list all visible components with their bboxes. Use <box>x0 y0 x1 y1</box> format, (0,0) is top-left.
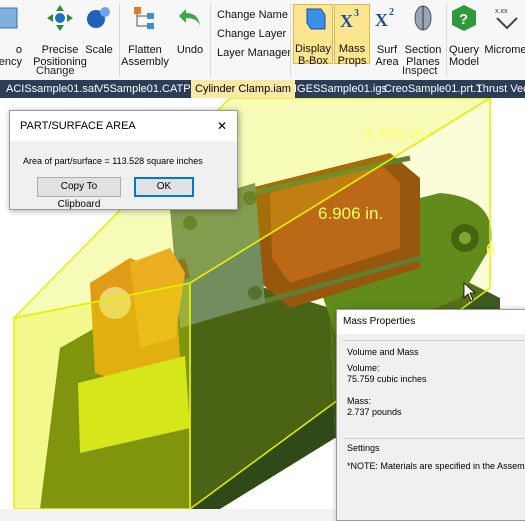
svg-text:X: X <box>375 10 388 30</box>
tab-iges-sample[interactable]: IGESSample01.igs <box>290 80 391 98</box>
copy-to-clipboard-button[interactable]: Copy To Clipboard <box>37 177 121 210</box>
ribbon-toolbar: o ency Precise Positioning Scale Flatten… <box>0 0 525 81</box>
mass-value: 2.737 pounds <box>347 407 402 417</box>
tab-cylinder-clamp[interactable]: Cylinder Clamp.iam <box>191 80 295 98</box>
svg-text:X: X <box>340 11 353 31</box>
display-bbox-button[interactable]: Display B-Box <box>293 4 333 67</box>
section-planes-icon <box>414 5 432 31</box>
ribbon-separator <box>210 4 211 76</box>
svg-text:x.xx: x.xx <box>495 8 508 15</box>
ribbon-separator <box>119 4 120 76</box>
settings-group: Settings *NOTE: Materials are specified … <box>343 438 525 519</box>
svg-text:?: ? <box>459 11 468 28</box>
dialog-title: Mass Properties <box>337 310 525 334</box>
group-label-inspect: Inspect <box>402 65 438 77</box>
dimension-label-width: 3.465 in. <box>363 124 428 143</box>
change-layer-button[interactable]: Change Layer <box>217 25 291 44</box>
section-planes-button[interactable]: Section Planes <box>404 4 442 68</box>
undo-button[interactable]: Undo <box>174 4 206 56</box>
surface-area-message: Area of part/surface = 113.528 square in… <box>23 156 203 166</box>
dimension-label-length: 6.906 in. <box>318 204 383 223</box>
group-label-change: Change <box>36 65 75 77</box>
query-model-button[interactable]: ? Query Model <box>448 4 480 68</box>
micrometer-icon: x.xx <box>495 8 518 30</box>
flatten-assembly-icon <box>134 7 154 29</box>
transparency-button[interactable]: o ency <box>0 4 22 68</box>
layer-commands: Change Name Change Layer Layer Manager <box>217 6 291 63</box>
materials-note: *NOTE: Materials are specified in the As… <box>347 461 525 471</box>
undo-icon <box>179 9 200 26</box>
scale-icon <box>87 7 110 28</box>
mass-properties-dialog: Mass Properties Volume and Mass Volume: … <box>336 309 525 521</box>
mass-props-button[interactable]: X 3 Mass Props <box>334 4 370 67</box>
precise-positioning-button[interactable]: Precise Positioning <box>30 4 90 68</box>
micrometer-button[interactable]: x.xx Micromet <box>482 4 525 56</box>
mass-props-icon: X 3 <box>340 8 359 31</box>
display-bbox-icon <box>306 8 326 30</box>
surf-area-button[interactable]: X 2 Surf Area <box>371 4 403 68</box>
tab-thrust-vector[interactable]: Thrust Vecto <box>472 80 525 98</box>
flatten-assembly-button[interactable]: Flatten Assembly <box>121 4 169 68</box>
dialog-title: PART/SURFACE AREA ✕ <box>10 111 237 141</box>
tab-acis-sample[interactable]: ACISsample01.sat <box>2 80 101 98</box>
svg-text:3: 3 <box>354 8 359 19</box>
dimension-label-height: 6 <box>486 240 495 259</box>
volume-mass-group: Volume and Mass Volume: 75.759 cubic inc… <box>343 340 525 433</box>
transparency-icon <box>0 7 18 29</box>
tab-creo-sample[interactable]: CreoSample01.prt.1 <box>380 80 486 98</box>
ok-button[interactable]: OK <box>134 177 194 197</box>
document-tabs: ACISsample01.sat V5Sample01.CATPart Cyli… <box>0 80 525 98</box>
surf-area-icon: X 2 <box>375 7 394 30</box>
precise-positioning-icon <box>47 5 73 31</box>
change-name-button[interactable]: Change Name <box>217 6 291 25</box>
ribbon-separator <box>446 4 447 76</box>
surface-area-dialog: PART/SURFACE AREA ✕ Area of part/surface… <box>9 110 238 210</box>
svg-text:2: 2 <box>389 7 394 18</box>
query-model-icon: ? <box>452 5 476 31</box>
close-icon[interactable]: ✕ <box>217 111 227 141</box>
ribbon-separator <box>290 4 291 76</box>
layer-manager-button[interactable]: Layer Manager <box>217 44 291 63</box>
scale-button[interactable]: Scale <box>84 4 114 56</box>
bbox-front-face <box>13 282 191 509</box>
volume-value: 75.759 cubic inches <box>347 374 427 384</box>
